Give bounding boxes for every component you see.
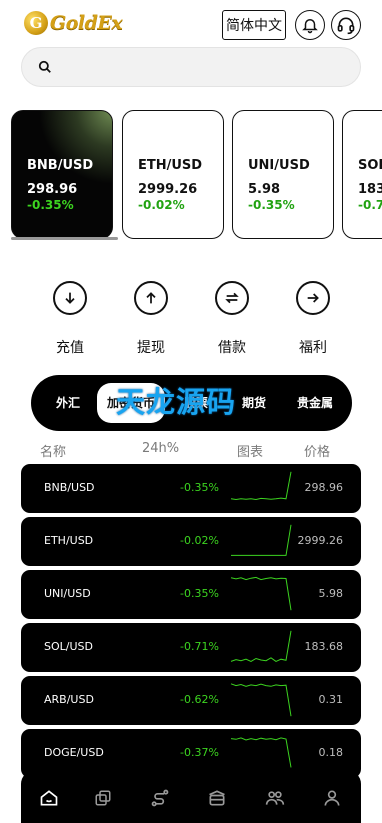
layers-icon [95,790,111,806]
ticker-change: -0.35% [27,198,74,212]
ticker-price: 298.96 [27,182,78,197]
deposit-label: 充值 [56,340,84,356]
loan-button[interactable]: 借款 [201,281,263,357]
ticker-card[interactable]: ETH/USD 2999.26 -0.02% [122,110,224,239]
ticker-card[interactable]: BNB/USD 298.96 -0.35% [11,110,113,239]
sparkline-line [231,524,292,556]
market-price: 2999.26 [297,534,344,547]
language-button[interactable]: 简体中文 [222,10,286,40]
welfare-button[interactable]: 福利 [282,281,344,357]
sparkline-chart [230,471,292,501]
arrow-up-circle-icon [134,281,168,315]
sparkline-chart [231,524,292,556]
tab-forex[interactable]: 外汇 [43,375,93,431]
search-icon [38,60,51,73]
market-change: -0.62% [180,693,219,706]
nav-markets[interactable] [92,787,114,809]
ticker-card[interactable]: SOL/USD 183.68 -0.71% [342,110,382,239]
arrow-down-circle-icon [53,281,87,315]
header: G GoldEx 简体中文 [0,0,382,46]
market-row[interactable]: SOL/USD -0.71% 183.68 [21,623,361,672]
market-pair: DOGE/USD [44,746,104,759]
logo-text: GoldEx [50,12,123,34]
welfare-label: 福利 [299,340,327,356]
market-pair: ARB/USD [44,693,94,706]
market-row[interactable]: BNB/USD -0.35% 298.96 [21,464,361,513]
sparkline-chart [230,683,292,717]
market-pair: SOL/USD [44,640,93,653]
logo-mark-icon: G [24,11,48,35]
user-icon [324,790,340,806]
ticker-carousel[interactable]: BNB/USD 298.96 -0.35% ETH/USD 2999.26 -0… [11,110,382,242]
arrow-right-circle-icon [296,281,330,315]
withdraw-button[interactable]: 提现 [120,281,182,357]
column-header-change: 24h% [142,441,180,456]
nav-trade[interactable] [149,787,171,809]
ticker-change: -0.02% [138,198,185,212]
market-pair: UNI/USD [44,587,91,600]
market-change: -0.37% [180,746,219,759]
column-header-price: 价格 [304,445,331,460]
market-change: -0.71% [180,640,219,653]
market-price: 298.96 [304,481,344,494]
market-pair: ETH/USD [44,534,94,547]
market-change: -0.35% [180,587,219,600]
market-row[interactable]: ARB/USD -0.62% 0.31 [21,676,361,725]
market-row[interactable]: UNI/USD -0.35% 5.98 [21,570,361,619]
market-price: 0.18 [318,746,344,759]
support-button[interactable] [331,10,361,40]
market-pair: BNB/USD [44,481,95,494]
sparkline-line [230,471,292,501]
ticker-price: 183.68 [358,182,382,197]
bottom-navigation [21,770,361,823]
ticker-price: 5.98 [248,182,281,197]
ticker-change: -0.71% [358,198,382,212]
nav-profile[interactable] [321,787,343,809]
market-price: 5.98 [318,587,344,600]
loan-label: 借款 [218,340,246,356]
vault-icon [209,790,225,806]
tab-futures[interactable]: 期货 [229,375,279,431]
nav-finance[interactable] [206,787,228,809]
nav-community[interactable] [264,787,286,809]
route-icon [151,789,169,807]
sparkline-chart [230,576,292,611]
column-header-name: 名称 [40,445,67,460]
search-bar[interactable] [21,47,361,87]
sparkline-line [230,683,292,717]
swap-circle-icon [215,281,249,315]
sparkline-line [230,737,292,768]
market-change: -0.35% [180,481,219,494]
carousel-indicator [11,237,118,240]
ticker-pair: BNB/USD [27,158,94,173]
home-icon [40,790,58,806]
ticker-pair: UNI/USD [248,158,310,173]
search-input[interactable] [62,56,352,80]
market-change: -0.02% [180,534,219,547]
watermark: 天龙源码 [116,385,237,419]
nav-home[interactable] [38,787,60,809]
ticker-card[interactable]: UNI/USD 5.98 -0.35% [232,110,334,239]
market-price: 183.68 [304,640,344,653]
tab-precious-metals[interactable]: 贵金属 [289,375,341,431]
sparkline-line [230,630,292,662]
market-price: 0.31 [318,693,344,706]
column-header-chart: 图表 [237,445,264,460]
ticker-change: -0.35% [248,198,295,212]
sparkline-chart [230,737,292,768]
market-row[interactable]: ETH/USD -0.02% 2999.26 [21,517,361,566]
sparkline-line [230,576,292,611]
bell-icon [302,19,318,34]
ticker-pair: ETH/USD [138,158,203,173]
notifications-button[interactable] [295,10,325,40]
users-icon [265,791,285,805]
ticker-pair: SOL/USD [358,158,382,173]
headset-icon [337,17,355,35]
ticker-price: 2999.26 [138,182,198,197]
deposit-button[interactable]: 充值 [39,281,101,357]
sparkline-chart [230,630,292,662]
logo[interactable]: G GoldEx [24,11,123,35]
withdraw-label: 提现 [137,340,165,356]
